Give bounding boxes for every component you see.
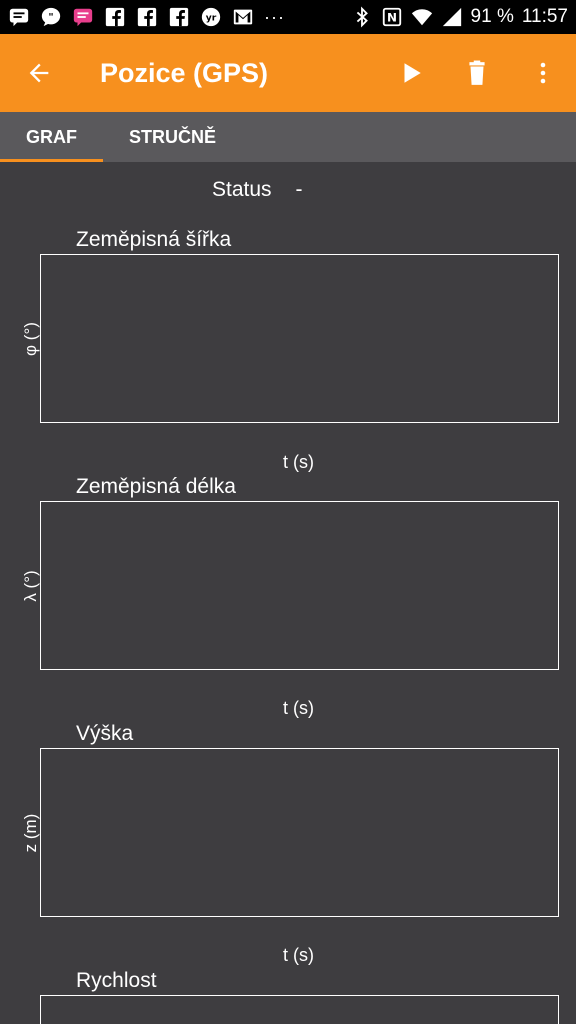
graph-latitude[interactable] bbox=[40, 254, 559, 423]
svg-text:yr: yr bbox=[206, 13, 217, 24]
graph-title-latitude: Zeměpisná šířka bbox=[76, 228, 232, 251]
message-icon bbox=[8, 6, 30, 28]
tab-bar: GRAF STRUČNĚ bbox=[0, 112, 576, 162]
more-options-button[interactable] bbox=[510, 34, 576, 112]
back-button[interactable] bbox=[0, 34, 78, 112]
delete-button[interactable] bbox=[444, 34, 510, 112]
svg-text:": " bbox=[48, 12, 53, 23]
signal-icon bbox=[441, 6, 463, 28]
app-bar: Pozice (GPS) bbox=[0, 34, 576, 112]
status-bar: " yr ··· N 91 % 11:57 bbox=[0, 0, 576, 34]
facebook-icon bbox=[104, 6, 126, 28]
status-label: Status bbox=[212, 178, 272, 201]
page-title: Pozice (GPS) bbox=[100, 57, 269, 88]
ylabel-latitude: φ (°) bbox=[21, 322, 40, 356]
chat-bubble-icon: " bbox=[40, 6, 62, 28]
battery-percent: 91 % bbox=[470, 6, 514, 27]
status-row: Status - bbox=[212, 178, 303, 202]
facebook-icon bbox=[136, 6, 158, 28]
tab-graf[interactable]: GRAF bbox=[0, 112, 103, 162]
tab-strucne[interactable]: STRUČNĚ bbox=[103, 112, 242, 162]
arrow-back-icon bbox=[29, 63, 49, 83]
gmail-icon bbox=[232, 6, 254, 28]
xlabel-latitude: t (s) bbox=[283, 452, 314, 472]
clock: 11:57 bbox=[521, 6, 568, 27]
graph-title-altitude: Výška bbox=[76, 722, 134, 745]
sms-icon bbox=[72, 6, 94, 28]
more-vert-icon bbox=[540, 62, 546, 84]
ylabel-altitude: z (m) bbox=[21, 813, 40, 853]
bluetooth-icon bbox=[351, 6, 373, 28]
trash-icon bbox=[469, 60, 485, 85]
yr-icon: yr bbox=[200, 6, 222, 28]
graph-title-speed: Rychlost bbox=[76, 969, 157, 992]
status-value: - bbox=[295, 178, 303, 201]
play-icon bbox=[404, 63, 421, 83]
ylabel-longitude: λ (°) bbox=[21, 570, 40, 602]
xlabel-longitude: t (s) bbox=[283, 698, 314, 718]
overflow-notifications: ··· bbox=[264, 6, 285, 27]
facebook-icon bbox=[168, 6, 190, 28]
wifi-icon bbox=[411, 6, 433, 28]
graph-longitude[interactable] bbox=[40, 501, 559, 670]
nfc-icon: N bbox=[381, 6, 403, 28]
graph-title-longitude: Zeměpisná délka bbox=[76, 475, 236, 498]
svg-text:N: N bbox=[387, 11, 397, 25]
notification-icons: " yr ··· bbox=[8, 6, 351, 28]
graph-speed[interactable] bbox=[40, 995, 559, 1024]
system-status: N 91 % 11:57 bbox=[351, 6, 568, 28]
xlabel-altitude: t (s) bbox=[283, 945, 314, 965]
graph-altitude[interactable] bbox=[40, 748, 559, 917]
play-button[interactable] bbox=[378, 34, 444, 112]
